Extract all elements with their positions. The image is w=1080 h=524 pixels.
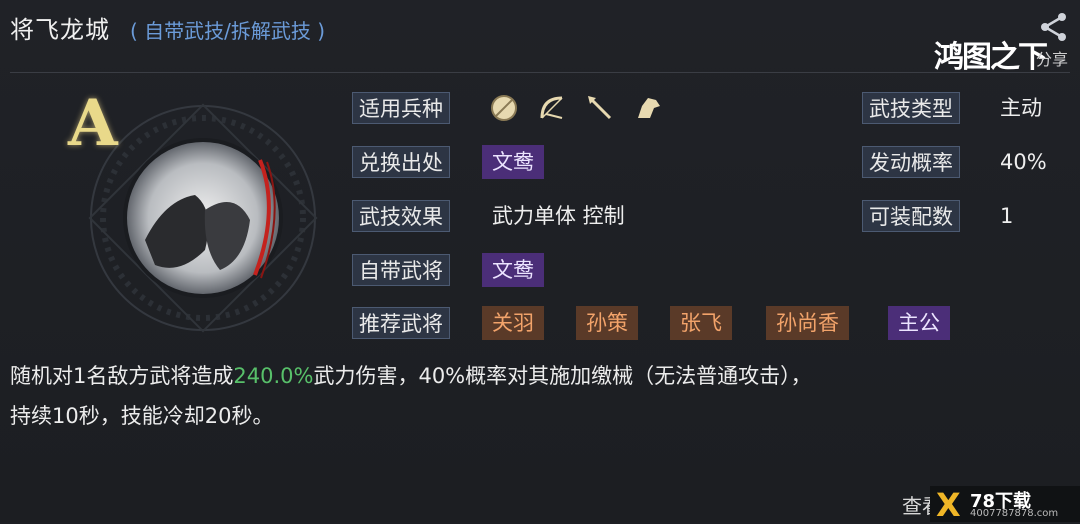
- skill-emblem: [88, 103, 318, 333]
- skill-description: 随机对1名敌方武将造成240.0%武力伤害，40%概率对其施加缴械（无法普通攻击…: [10, 356, 1070, 436]
- recommend-general-tag[interactable]: 孙尚香: [766, 306, 849, 340]
- brand-logo: 鸿图之下: [934, 40, 1048, 75]
- description-text: 武力伤害，40%概率对其施加缴械（无法普通攻击），: [313, 364, 812, 388]
- watermark-logo-icon: X: [936, 486, 961, 524]
- recommend-general-tag[interactable]: 张飞: [670, 306, 732, 340]
- recommend-general-tag[interactable]: 关羽: [482, 306, 544, 340]
- skill-type-label: 武技类型: [862, 92, 960, 124]
- description-text: 随机对1名敌方武将造成: [10, 364, 234, 388]
- header-divider: [10, 72, 1070, 73]
- skill-effect-value: 武力单体 控制: [492, 204, 625, 228]
- trigger-chance-value: 40%: [1000, 150, 1047, 174]
- equip-slots-value: 1: [1000, 204, 1014, 228]
- own-general-tag[interactable]: 文鸯: [482, 253, 544, 287]
- skill-type-value: 主动: [1000, 96, 1042, 120]
- site-watermark: X 78下载 4007787878.com: [930, 486, 1080, 524]
- skill-effect-label: 武技效果: [352, 200, 450, 232]
- skill-title: 将飞龙城: [10, 16, 110, 44]
- share-label[interactable]: 分享: [1036, 46, 1068, 70]
- skill-subtitle[interactable]: ( 自带武技/拆解武技 ): [130, 15, 325, 44]
- skill-grade: A: [68, 86, 118, 161]
- exchange-source-tag[interactable]: 文鸯: [482, 145, 544, 179]
- horse-icon: [638, 98, 660, 118]
- watermark-url: 4007787878.com: [970, 508, 1059, 519]
- exchange-source-label: 兑换出处: [352, 146, 450, 178]
- spear-icon: [588, 96, 612, 120]
- troop-type-label: 适用兵种: [352, 92, 450, 124]
- damage-highlight: 240.0%: [233, 364, 314, 388]
- recommend-general-label: 推荐武将: [352, 307, 450, 339]
- equip-slots-label: 可装配数: [862, 200, 960, 232]
- description-text: 持续10秒，技能冷却20秒。: [10, 404, 274, 428]
- own-general-label: 自带武将: [352, 254, 450, 286]
- shield-icon: [491, 95, 517, 121]
- recommend-general-tag[interactable]: 主公: [888, 306, 950, 340]
- bow-icon: [540, 96, 563, 119]
- trigger-chance-label: 发动概率: [862, 146, 960, 178]
- skill-detail-panel: 将飞龙城 ( 自带武技/拆解武技 ) 鸿图之下 分享 A 适用兵种 兑换出处 文…: [0, 0, 1080, 524]
- recommend-general-tag[interactable]: 孙策: [576, 306, 638, 340]
